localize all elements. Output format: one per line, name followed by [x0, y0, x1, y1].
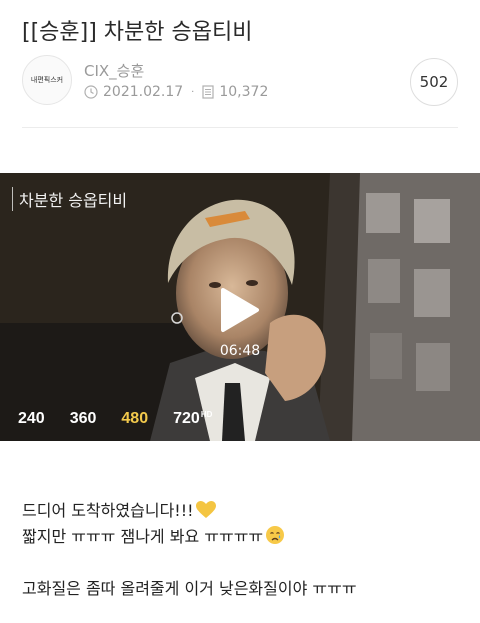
author-name[interactable]: CIX_승훈 — [84, 60, 144, 81]
avatar-text: 내편픽스커 — [30, 76, 64, 84]
video-title: 차분한 승옵티비 — [12, 187, 127, 211]
divider — [22, 127, 458, 128]
crying-face-icon — [266, 526, 285, 544]
avatar[interactable]: 내편픽스커 — [22, 55, 72, 105]
body-line: 드디어 도착하였습니다!!! — [22, 498, 458, 524]
quality-option-240[interactable]: 240 — [18, 410, 46, 428]
post-body: 드디어 도착하였습니다!!! 짧지만 ㅠㅠㅠ 잼나게 봐요 ㅠㅠㅠㅠ 고화질은 … — [22, 498, 458, 602]
body-line: 고화질은 좀따 올려줄게 이거 낮은화질이야 ㅠㅠㅠ — [22, 579, 357, 598]
quality-selector: 240 360 480 720HD — [18, 410, 236, 428]
body-line-empty — [22, 550, 458, 576]
meta-separator: · — [191, 86, 195, 98]
post-date: 2021.02.17 — [103, 84, 184, 100]
quality-option-720[interactable]: 720HD — [173, 410, 212, 428]
comment-count-button[interactable]: 502 — [410, 58, 458, 106]
video-duration: 06:48 — [219, 343, 261, 359]
yellow-heart-icon — [195, 501, 216, 518]
view-count: 10,372 — [219, 84, 269, 100]
document-icon — [202, 85, 214, 99]
post-meta: 2021.02.17 · 10,372 — [84, 84, 268, 100]
quality-option-360[interactable]: 360 — [70, 410, 98, 428]
post-title: [[승훈]] 차분한 승옵티비 — [22, 20, 253, 45]
quality-option-480[interactable]: 480 — [121, 410, 149, 428]
clock-icon — [84, 85, 98, 99]
body-line: 짧지만 ㅠㅠㅠ 잼나게 봐요 ㅠㅠㅠㅠ — [22, 524, 458, 550]
play-icon[interactable] — [219, 286, 261, 334]
